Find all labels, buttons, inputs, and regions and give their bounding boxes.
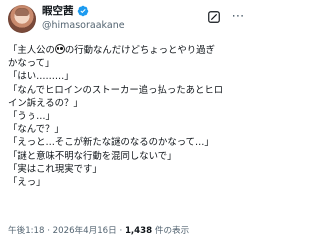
avatar[interactable] xyxy=(8,5,36,33)
more-options-icon[interactable]: ⋯ xyxy=(229,7,247,25)
tweet-line-11: 「えっ」 xyxy=(8,177,46,189)
tweet-line-10: 「実はこれ現実です」 xyxy=(8,163,102,175)
tweet-timestamp[interactable]: 午後1:18 · 2026年4月16日 · xyxy=(8,226,125,236)
tweet-line-7: 「なんで？」 xyxy=(8,124,64,136)
tweet-line-9: 「謎と意味不明な行動を混同しないで」 xyxy=(8,150,177,162)
panda-emoji-icon xyxy=(54,44,65,54)
views-count: 1,438 xyxy=(124,226,153,236)
tweet-line-8: 「えっと…そこが新たな謎のなるのかなって…」 xyxy=(8,137,214,149)
tweet-line-3: 「はい………」 xyxy=(8,71,74,83)
author-name-row: 暇空茜 xyxy=(42,4,89,18)
tweet-line-1-end: の行動なんだけどちょっとやり過ぎ xyxy=(64,45,215,56)
tweet-line-6: 「うぅ…」 xyxy=(8,111,55,123)
verified-badge-icon xyxy=(77,5,88,17)
tweet-line-4: 「なんでヒロインのストーカー追っ払ったあとヒロ xyxy=(8,84,224,96)
author-display-name[interactable]: 暇空茜 xyxy=(42,4,74,18)
tweet-text: 「主人公の の行動なんだけどちょっとやり過ぎ かなって」 「はい………」 「なんで… xyxy=(8,44,248,189)
tweet-line-5: イン訴えるの？」 xyxy=(8,97,83,109)
tweet-header: 暇空茜 @himasoraakane ⋯ xyxy=(4,3,246,37)
tweet-line-2: かなって」 xyxy=(8,58,55,70)
grok-icon[interactable] xyxy=(207,10,221,24)
tweet-meta: 午後1:18 · 2026年4月16日 · 1,438 件の表示 xyxy=(8,225,189,237)
tweet-line-1: 「主人公の の行動なんだけどちょっとやり過ぎ xyxy=(8,44,248,57)
tweet-line-1-start: 「主人公の xyxy=(8,45,55,56)
views-label: 件の表示 xyxy=(152,226,190,236)
author-handle[interactable]: @himasoraakane xyxy=(42,19,125,32)
